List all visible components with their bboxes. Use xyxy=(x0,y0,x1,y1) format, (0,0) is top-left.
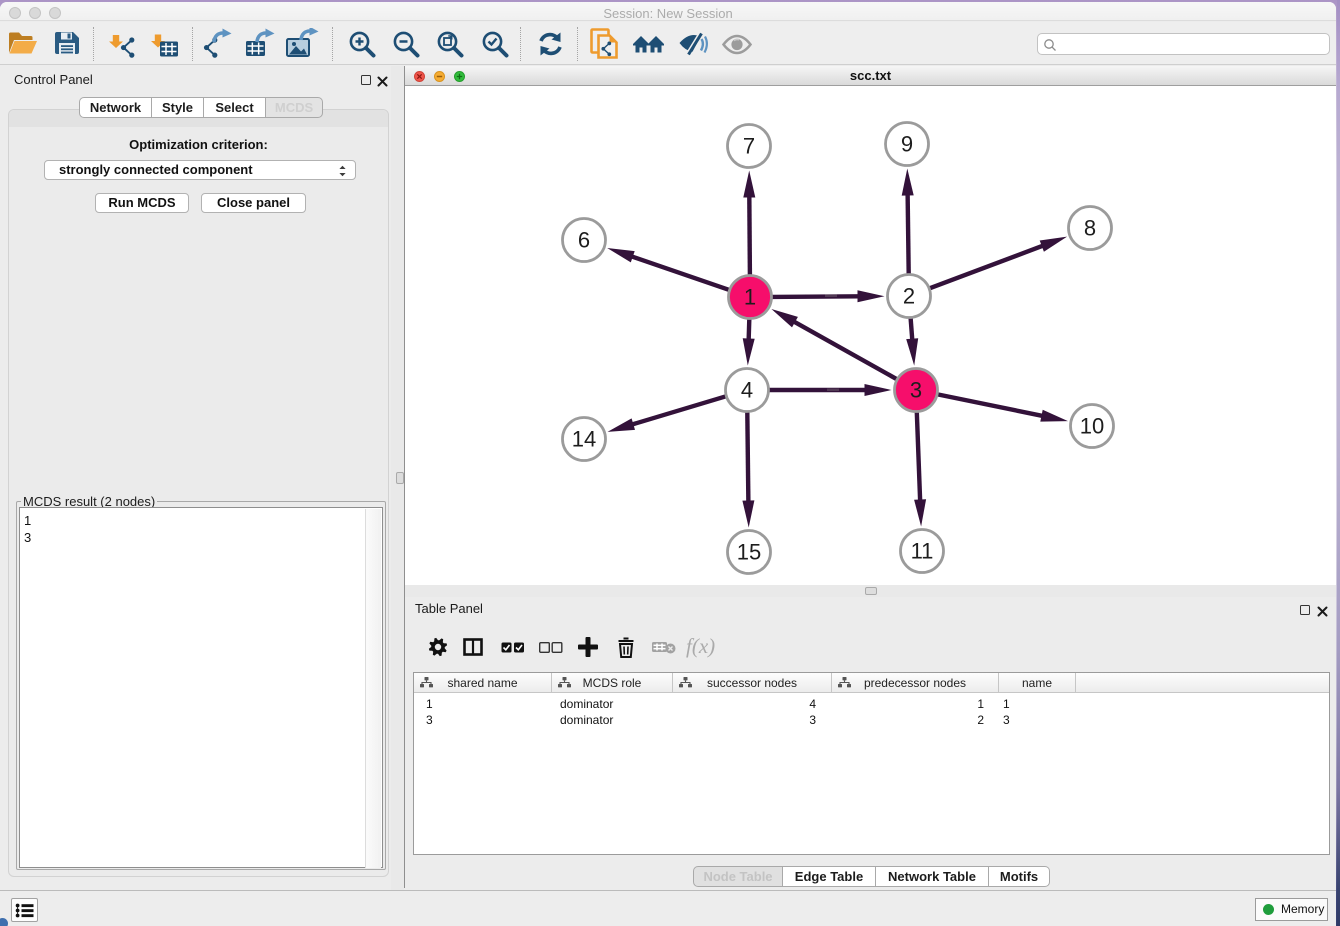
svg-text:2: 2 xyxy=(903,284,915,309)
svg-text:14: 14 xyxy=(572,427,596,452)
svg-text:4: 4 xyxy=(741,378,753,403)
svg-text:10: 10 xyxy=(1080,414,1104,439)
svg-text:11: 11 xyxy=(911,539,934,564)
svg-text:6: 6 xyxy=(578,228,590,253)
svg-text:9: 9 xyxy=(901,132,913,157)
svg-text:1: 1 xyxy=(744,285,756,310)
svg-text:8: 8 xyxy=(1084,216,1096,241)
svg-text:15: 15 xyxy=(737,540,761,565)
svg-text:3: 3 xyxy=(910,378,922,403)
svg-text:7: 7 xyxy=(743,134,755,159)
